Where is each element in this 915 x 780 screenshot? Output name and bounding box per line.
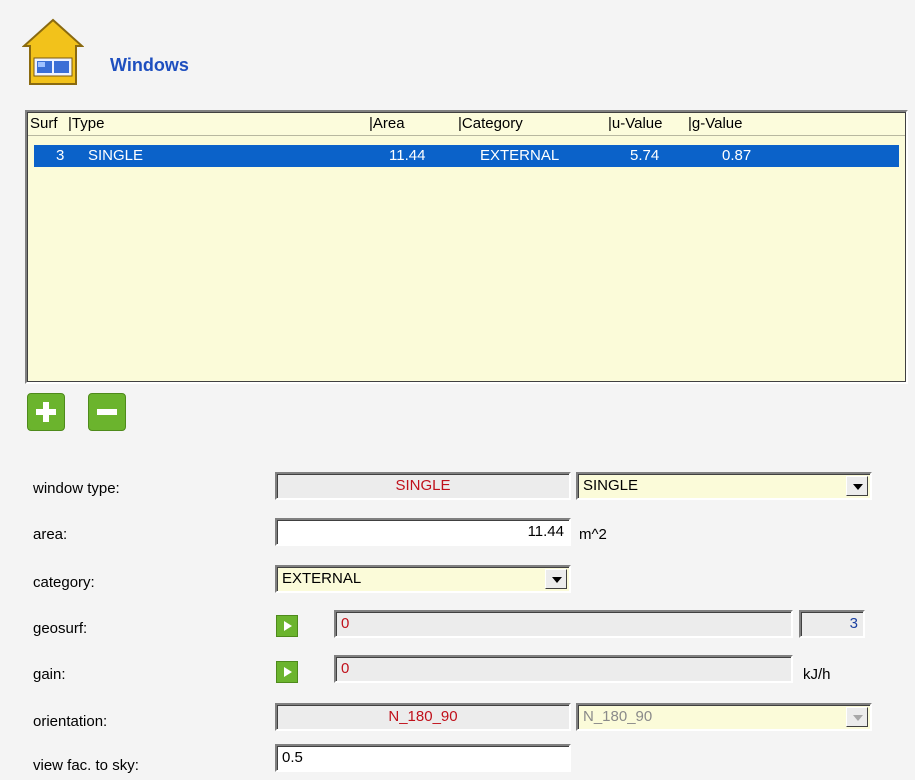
table-header: Surf |Type |Area |Category |u-Value |g-V… xyxy=(28,113,905,136)
table-row[interactable]: 3 SINGLE 11.44 EXTERNAL 5.74 0.87 xyxy=(34,145,899,167)
column-header-g-value[interactable]: |g-Value xyxy=(688,115,743,132)
category-select[interactable]: EXTERNAL xyxy=(275,565,571,593)
cell-type: SINGLE xyxy=(88,147,144,164)
cell-u-value: 5.74 xyxy=(630,147,660,164)
window-type-value: SINGLE xyxy=(275,472,571,500)
cell-g-value: 0.87 xyxy=(722,147,752,164)
remove-button[interactable] xyxy=(88,393,126,431)
geosurf-label: geosurf: xyxy=(33,620,88,637)
orientation-label: orientation: xyxy=(33,713,108,730)
cell-area: 11.44 xyxy=(389,147,426,164)
area-unit: m^2 xyxy=(579,526,607,543)
add-button[interactable] xyxy=(27,393,65,431)
geosurf-count: 3 xyxy=(799,610,865,638)
category-select-value: EXTERNAL xyxy=(282,570,362,587)
view-fac-input[interactable]: 0.5 xyxy=(275,744,571,772)
windows-table[interactable]: Surf |Type |Area |Category |u-Value |g-V… xyxy=(25,110,908,384)
gain-play-button[interactable] xyxy=(276,661,298,683)
column-header-surf[interactable]: Surf xyxy=(30,115,58,132)
view-fac-label: view fac. to sky: xyxy=(33,757,139,774)
chevron-down-icon[interactable] xyxy=(846,476,868,496)
category-label: category: xyxy=(33,574,95,591)
section-title: Windows xyxy=(110,55,189,75)
geosurf-play-button[interactable] xyxy=(276,615,298,637)
gain-label: gain: xyxy=(33,666,66,683)
cell-category: EXTERNAL xyxy=(480,147,560,164)
chevron-down-icon xyxy=(846,707,868,727)
gain-unit: kJ/h xyxy=(803,666,831,683)
house-window-icon xyxy=(22,18,84,85)
window-type-select-value: SINGLE xyxy=(583,477,639,494)
column-header-area[interactable]: |Area xyxy=(369,115,405,132)
area-label: area: xyxy=(33,526,68,543)
column-header-u-value[interactable]: |u-Value xyxy=(608,115,663,132)
orientation-select: N_180_90 xyxy=(576,703,872,731)
gain-value: 0 xyxy=(334,655,793,683)
chevron-down-icon[interactable] xyxy=(545,569,567,589)
area-input[interactable]: 11.44 xyxy=(275,518,571,546)
geosurf-value: 0 xyxy=(334,610,793,638)
cell-surf: 3 xyxy=(56,147,65,164)
window-type-select[interactable]: SINGLE xyxy=(576,472,872,500)
orientation-value: N_180_90 xyxy=(275,703,571,731)
column-header-type[interactable]: |Type xyxy=(68,115,104,132)
window-type-label: window type: xyxy=(33,480,120,497)
column-header-category[interactable]: |Category xyxy=(458,115,523,132)
orientation-select-value: N_180_90 xyxy=(583,708,653,725)
